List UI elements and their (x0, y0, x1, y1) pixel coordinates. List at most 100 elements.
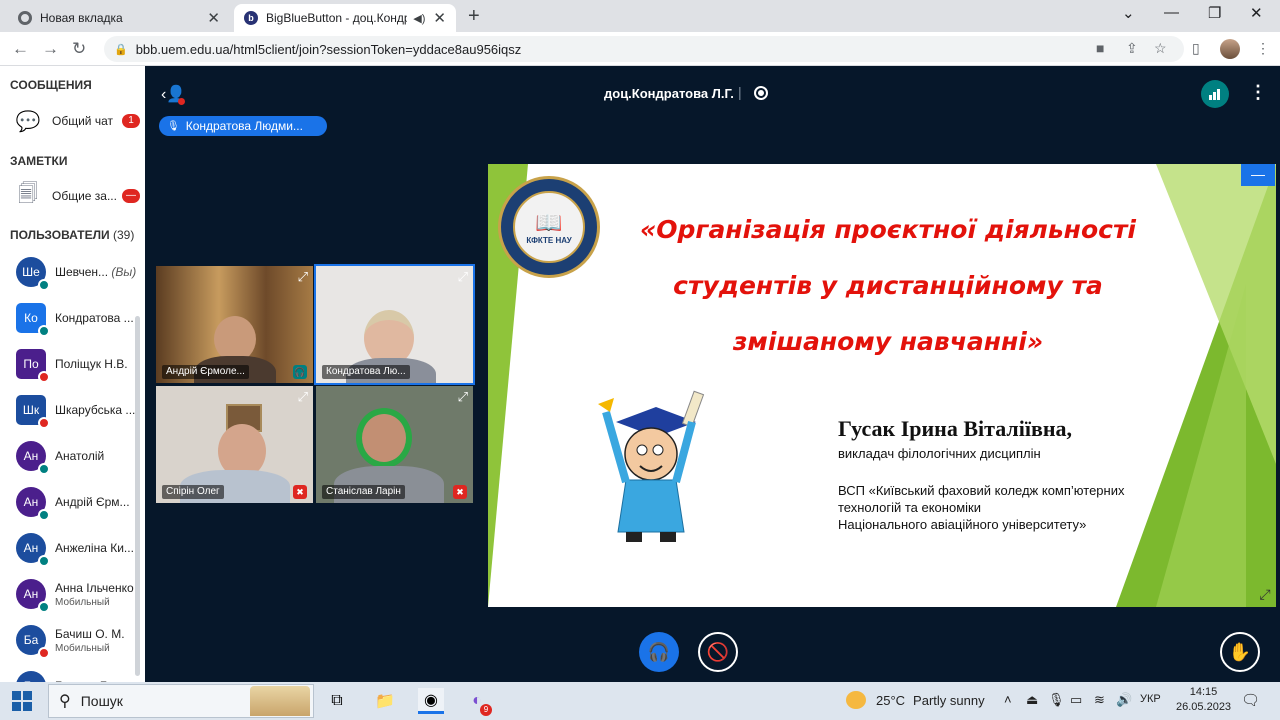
windows-start-icon[interactable] (12, 691, 32, 711)
avatar: Бо (16, 671, 46, 682)
options-menu-icon[interactable]: ⋮ (1249, 82, 1267, 103)
minimize-icon[interactable]: — (1164, 4, 1179, 21)
user-list-item[interactable]: Ан Анна Ільченко Мобильный (0, 575, 140, 615)
video-user-name[interactable]: Спірін Олег (162, 485, 224, 499)
video-off-button[interactable]: 🚫 (698, 632, 738, 672)
chevron-up-icon[interactable]: ˄ (1004, 692, 1012, 707)
presentation-slide[interactable]: 📖 КФКТЕ НАУ «Організація проєктної діяль… (488, 164, 1276, 607)
viber-badge: 9 (480, 704, 492, 716)
bbb-icon: b (244, 11, 258, 25)
address-bar[interactable]: 🔒 bbb.uem.edu.ua/html5client/join?sessio… (104, 36, 1184, 62)
headset-icon: 🎧 (293, 365, 307, 379)
user-name: Шкарубська ... (55, 403, 137, 417)
audio-status-icon (38, 601, 50, 613)
user-list-item[interactable]: БоБондар Богд... (0, 667, 140, 682)
new-tab-icon[interactable]: + (468, 5, 480, 28)
headset-button[interactable]: 🎧 (639, 632, 679, 672)
file-explorer-icon[interactable]: 📁 (372, 688, 398, 714)
talking-indicator[interactable]: 🎙 Кондратова Людми... (159, 116, 327, 136)
side-panel-icon[interactable]: ▯ (1192, 40, 1200, 57)
close-icon[interactable]: ✕ (433, 9, 446, 27)
forward-icon[interactable]: → (42, 39, 59, 59)
minimize-presentation-button[interactable]: — (1241, 164, 1275, 186)
fullscreen-icon[interactable]: ⤢ (1255, 586, 1275, 606)
tab-new-tab[interactable]: Новая вкладка ✕ (8, 4, 230, 32)
reload-icon[interactable]: ↻ (72, 39, 86, 59)
close-icon[interactable]: ✕ (207, 9, 220, 27)
lock-icon[interactable]: 🔒 (114, 43, 128, 56)
chrome-menu-icon[interactable]: ⋮ (1256, 40, 1270, 57)
tab-bigbluebutton[interactable]: b BigBlueButton - доц.Кондратова ◀) ✕ (234, 4, 456, 32)
user-list-sidebar: СООБЩЕНИЯ 💬 Общий чат 1 ЗАМЕТКИ 🗐 Общие … (0, 66, 145, 682)
wifi-icon[interactable]: ≋ (1094, 692, 1105, 708)
video-tile[interactable]: ⤢ Андрій Єрмоле... 🎧 (156, 266, 313, 383)
notifications-icon[interactable]: 🗨 (1241, 691, 1260, 709)
video-user-name[interactable]: Кондратова Лю... (322, 365, 410, 379)
college-logo: 📖 КФКТЕ НАУ (498, 176, 600, 278)
record-icon[interactable] (754, 86, 768, 100)
window-close-icon[interactable]: ✕ (1250, 4, 1263, 22)
speaker-icon[interactable]: ◀) (413, 12, 425, 25)
user-name-text: Бачиш О. М. (55, 627, 125, 641)
browser-toolbar: ← → ↻ 🔒 bbb.uem.edu.ua/html5client/join?… (0, 32, 1280, 66)
taskbar-clock[interactable]: 14:15 26.05.2023 (1176, 685, 1231, 715)
user-name: Анжеліна Ки... (55, 541, 137, 555)
volume-icon[interactable]: 🔊 (1116, 692, 1132, 708)
tab-search-icon[interactable]: ⌄ (1122, 4, 1135, 22)
back-icon[interactable]: ← (12, 39, 29, 59)
url-text: bbb.uem.edu.ua/html5client/join?sessionT… (135, 41, 522, 57)
notes-heading: ЗАМЕТКИ (10, 154, 68, 168)
audio-status-icon (38, 555, 50, 567)
expand-icon[interactable]: ⤢ (298, 269, 308, 285)
expand-icon[interactable]: ⤢ (458, 389, 468, 405)
weather-description: Partly sunny (913, 692, 985, 708)
expand-icon[interactable]: ⤢ (298, 389, 308, 405)
author-org-line: Національного авіаційного університету» (838, 517, 1087, 532)
microphone-tray-icon[interactable]: 🎙 (1048, 692, 1065, 708)
muted-icon: ✖ (293, 485, 307, 499)
user-list-item[interactable]: Ан Андрій Єрм... (0, 483, 140, 523)
usb-icon[interactable]: ⏏ (1026, 692, 1038, 708)
share-icon[interactable]: ⇪ (1126, 40, 1138, 57)
you-label: (Вы) (111, 265, 137, 279)
muted-status-icon (38, 371, 50, 383)
camera-icon[interactable]: ■ (1096, 40, 1104, 56)
user-name-text: Кондратова ... (55, 311, 134, 325)
user-name: Кондратова ... (55, 311, 137, 325)
battery-icon[interactable]: ▭ (1070, 692, 1082, 708)
video-user-name[interactable]: Андрій Єрмоле... (162, 365, 249, 379)
user-list-item[interactable]: По Поліщук Н.В. (0, 345, 140, 385)
slide-title: «Організація проєктної діяльності студен… (608, 202, 1168, 370)
search-highlight-image (250, 686, 310, 716)
connection-status-icon[interactable] (1201, 80, 1229, 108)
shared-notes-label: Общие за... (52, 189, 117, 203)
raise-hand-button[interactable]: ✋ (1220, 632, 1260, 672)
viber-icon[interactable]: ◐ 9 (464, 688, 492, 716)
user-list-item[interactable]: Шк Шкарубська ... (0, 391, 140, 431)
user-list-item[interactable]: Ан Анатолій (0, 437, 140, 477)
video-tile[interactable]: ⤢ Спірін Олег ✖ (156, 386, 313, 503)
divider: | (738, 84, 742, 100)
video-user-name[interactable]: Станіслав Ларін (322, 485, 405, 499)
audio-status-icon (38, 463, 50, 475)
profile-avatar[interactable] (1220, 39, 1240, 59)
task-view-icon[interactable]: ⧉ (324, 688, 350, 714)
chrome-taskbar-icon[interactable]: ◉ (418, 688, 444, 714)
user-list-item[interactable]: Ко Кондратова ... (0, 299, 140, 339)
sidebar-scrollbar[interactable] (135, 316, 140, 676)
restore-icon[interactable]: ❐ (1208, 4, 1221, 22)
public-chat-item[interactable]: 💬 Общий чат 1 (0, 106, 145, 136)
user-list-item[interactable]: Ан Анжеліна Ки... (0, 529, 140, 569)
user-list-item[interactable]: Ба Бачиш О. М. Мобильный (0, 621, 140, 661)
user-list-item[interactable]: Ше Шевчен... (Вы) (0, 253, 140, 293)
notes-badge: — (122, 189, 140, 203)
search-icon: ⚲ (59, 693, 71, 710)
muted-status-icon (38, 417, 50, 429)
expand-icon[interactable]: ⤢ (458, 269, 468, 285)
weather-widget[interactable]: 25°C Partly sunny (846, 691, 985, 709)
shared-notes-item[interactable]: 🗐 Общие за... — (0, 181, 145, 211)
video-tile[interactable]: ⤢ Станіслав Ларін ✖ (316, 386, 473, 503)
language-indicator[interactable]: УКР (1140, 693, 1161, 705)
star-icon[interactable]: ☆ (1154, 40, 1167, 57)
video-tile[interactable]: ⤢ Кондратова Лю... (314, 264, 475, 385)
